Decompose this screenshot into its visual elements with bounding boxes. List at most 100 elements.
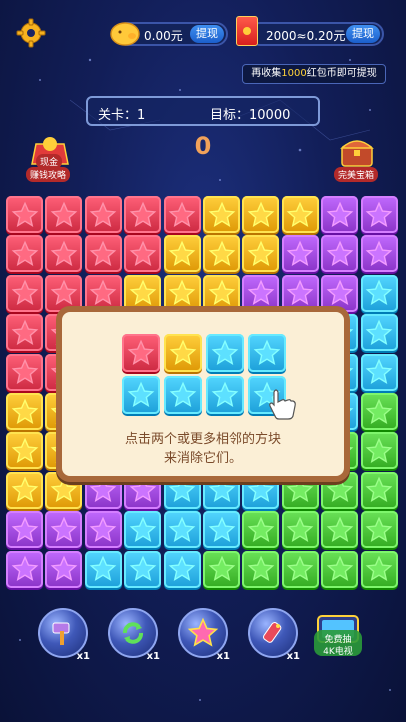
star-icon (286, 240, 314, 266)
star-icon (365, 279, 393, 306)
board-tile-purple[interactable] (360, 196, 398, 233)
board-tile-green[interactable] (360, 471, 398, 509)
board-tile-green[interactable] (360, 432, 398, 470)
redpacket-withdraw-button[interactable]: 提现 (346, 25, 380, 43)
cash-guide-badge[interactable]: 现金 赚钱攻略 (26, 134, 74, 182)
rocket-tool[interactable]: x1 (248, 608, 300, 662)
board-tile-purple[interactable] (360, 235, 398, 273)
board-tile-purple[interactable] (45, 511, 83, 549)
star-icon (286, 555, 314, 582)
pointing-hand-icon (269, 389, 296, 420)
tip-suffix: 红包币即可提现 (306, 68, 377, 79)
board-tile-blue[interactable] (124, 511, 162, 549)
tutorial-tile-yellow (164, 334, 202, 372)
board-tile-blue[interactable] (124, 550, 162, 588)
star-icon (129, 240, 157, 266)
coin-withdraw-button[interactable]: 提现 (190, 25, 224, 43)
tutorial-tile-red (122, 334, 160, 372)
rainbow-star-tool[interactable]: x1 (178, 608, 230, 662)
hammer-tool[interactable]: x1 (38, 608, 90, 662)
board-tile-yellow[interactable] (6, 393, 43, 430)
board-tile-yellow[interactable] (6, 471, 43, 509)
board-tile-purple[interactable] (84, 511, 122, 549)
board-tile-yellow[interactable] (242, 196, 280, 233)
board-tile-blue[interactable] (360, 314, 398, 352)
star-icon (11, 279, 38, 306)
star-icon (50, 279, 78, 306)
star-icon (208, 201, 235, 227)
board-tile-red[interactable] (84, 196, 122, 233)
board-tile-blue[interactable] (163, 511, 201, 549)
star-icon (247, 516, 275, 542)
board-tile-red[interactable] (6, 235, 43, 273)
star-icon (11, 398, 38, 424)
hammer-icon (52, 622, 70, 645)
cash-guide-label: 赚钱攻略 (26, 167, 71, 182)
board-tile-yellow[interactable] (281, 196, 319, 233)
board-tile-red[interactable] (6, 314, 43, 352)
board-tile-purple[interactable] (321, 196, 359, 233)
gear-icon[interactable] (16, 18, 46, 48)
star-icon (365, 516, 393, 542)
board-tile-yellow[interactable] (163, 235, 201, 273)
board-tile-green[interactable] (281, 550, 319, 588)
star-icon (208, 279, 235, 306)
star-icon (253, 339, 281, 365)
board-tile-red[interactable] (84, 235, 122, 273)
goal-label: 目标：10000 (210, 108, 291, 123)
star-icon (168, 279, 196, 306)
board-tile-green[interactable] (321, 550, 359, 588)
board-tile-red[interactable] (124, 235, 162, 273)
board-tile-purple[interactable] (321, 235, 359, 273)
board-tile-green[interactable] (242, 511, 280, 549)
star-icon (326, 555, 354, 582)
level-label: 关卡：1 (98, 108, 146, 123)
treasure-chest-badge[interactable]: 完美宝箱 (334, 134, 380, 182)
board-tile-red[interactable] (45, 235, 83, 273)
refresh-icon (123, 622, 143, 644)
tip-prefix: 再收集 (251, 68, 282, 79)
board-tile-yellow[interactable] (242, 235, 280, 273)
board-tile-red[interactable] (6, 196, 43, 233)
star-icon (11, 319, 38, 345)
star-icon (11, 437, 38, 463)
board-tile-purple[interactable] (6, 550, 43, 588)
board-tile-green[interactable] (360, 550, 398, 588)
free-lottery-button[interactable]: 免费抽 4K电视 (310, 610, 366, 660)
board-tile-purple[interactable] (45, 550, 83, 588)
star-icon (50, 240, 78, 266)
board-tile-yellow[interactable] (203, 196, 240, 233)
board-tile-green[interactable] (321, 511, 359, 549)
red-envelope-icon (236, 16, 258, 46)
board-tile-red[interactable] (124, 196, 162, 233)
tutorial-instruction: 点击两个或更多相邻的方块 来消除它们。 (62, 430, 344, 468)
board-tile-red[interactable] (163, 196, 201, 233)
board-tile-blue[interactable] (203, 511, 240, 549)
board-tile-red[interactable] (6, 274, 43, 312)
rainbow-star-count: x1 (216, 651, 230, 662)
board-tile-blue[interactable] (360, 353, 398, 391)
board-tile-green[interactable] (360, 393, 398, 430)
board-tile-green[interactable] (242, 550, 280, 588)
star-icon (11, 240, 38, 266)
board-tile-green[interactable] (203, 550, 240, 588)
refresh-tool[interactable]: x1 (108, 608, 160, 662)
board-tile-blue[interactable] (84, 550, 122, 588)
board-tile-yellow[interactable] (6, 432, 43, 470)
board-tile-green[interactable] (360, 511, 398, 549)
board-tile-blue[interactable] (163, 550, 201, 588)
board-tile-red[interactable] (45, 196, 83, 233)
tutorial-dialog: 点击两个或更多相邻的方块 来消除它们。 (56, 306, 350, 482)
treasure-chest-icon (340, 140, 374, 167)
board-tile-purple[interactable] (6, 511, 43, 549)
board-tile-purple[interactable] (281, 235, 319, 273)
board-tile-red[interactable] (6, 353, 43, 391)
board-tile-yellow[interactable] (203, 235, 240, 273)
star-icon (168, 555, 196, 582)
star-icon (50, 201, 78, 227)
level-bar: 关卡：1 目标：10000 (86, 96, 320, 126)
star-icon (127, 339, 155, 365)
board-tile-blue[interactable] (360, 274, 398, 312)
star-icon (211, 339, 239, 365)
board-tile-green[interactable] (281, 511, 319, 549)
